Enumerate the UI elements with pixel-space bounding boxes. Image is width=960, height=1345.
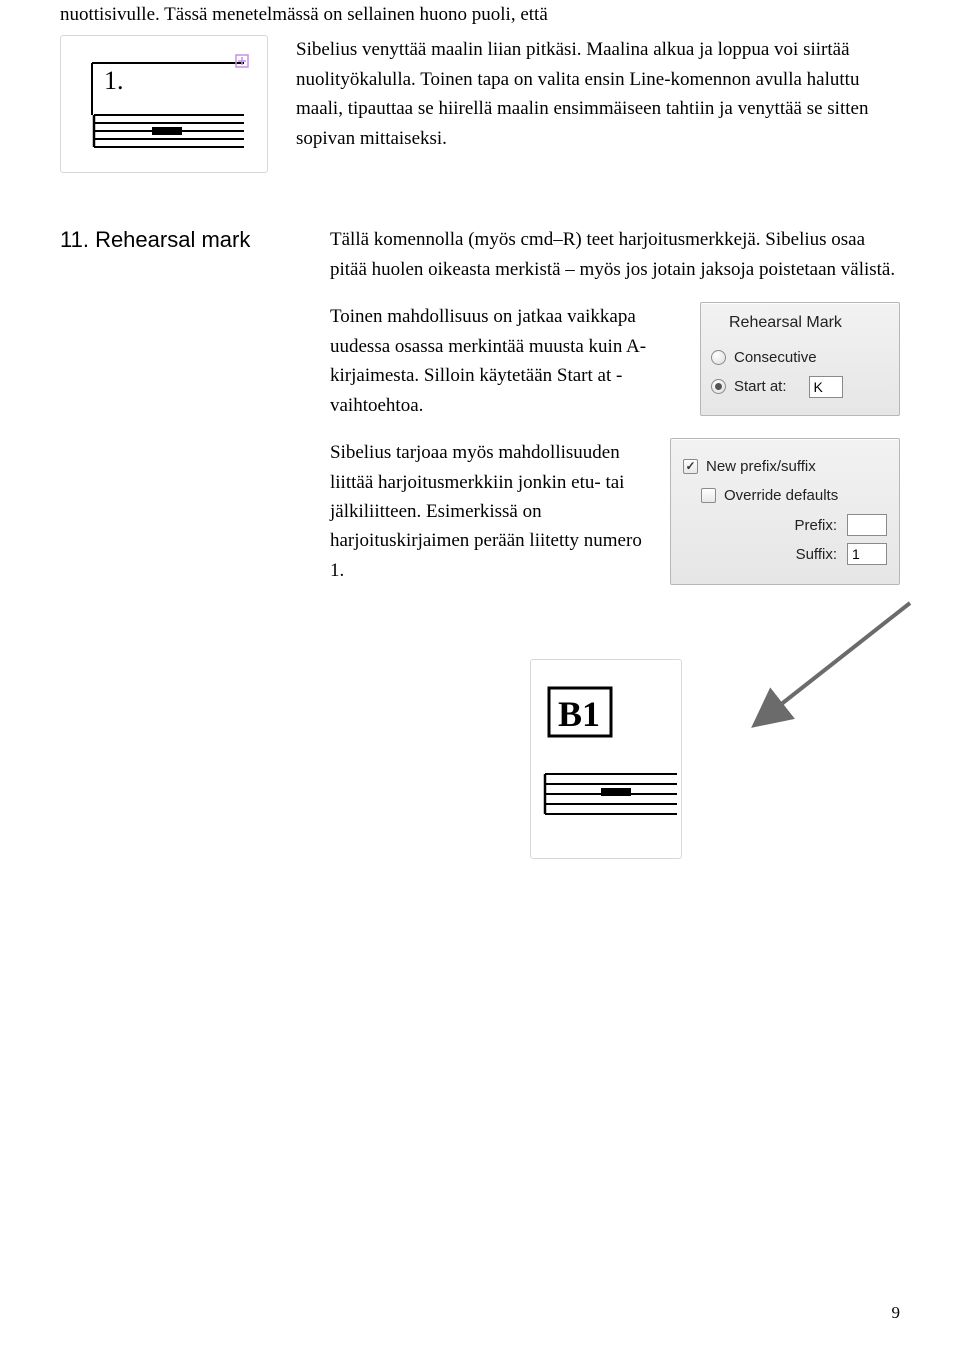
check-override[interactable]: Override defaults [683,484,887,507]
para-2: Toinen mahdollisuus on jatkaa vaikkapa u… [330,302,682,420]
radio-icon [711,350,726,365]
page-number: 9 [892,1303,901,1323]
row-startat: Toinen mahdollisuus on jatkaa vaikkapa u… [330,302,900,420]
dialog-title: Rehearsal Mark [711,311,889,336]
prefix-input[interactable] [847,514,887,536]
check-label: New prefix/suffix [706,455,816,478]
staff-b1: B1 [530,659,682,859]
section-rehearsal: 11. Rehearsal mark Tällä komennolla (myö… [60,225,900,873]
startat-input[interactable] [809,376,843,398]
suffix-input[interactable] [847,543,887,565]
radio-consecutive[interactable]: Consecutive [711,346,889,369]
staff-b1-wrap: B1 [530,659,682,859]
prefix-label: Prefix: [794,514,837,537]
staff-svg: 1. [74,49,254,159]
section-heading: 11. Rehearsal mark [60,225,296,873]
arrow-icon [750,593,930,743]
suffix-row: Suffix: [683,543,887,566]
prefix-suffix-dialog: New prefix/suffix Override defaults Pref… [670,438,900,585]
check-newprefix[interactable]: New prefix/suffix [683,455,887,478]
radio-startat[interactable]: Start at: [711,375,889,398]
radio-label: Consecutive [734,346,817,369]
staff-first-ending: 1. [60,35,268,173]
suffix-label: Suffix: [796,543,837,566]
top-row: 1. Sibelius venyttää maalin liian pitkäs… [60,35,900,173]
rehearsal-mark-dialog: Rehearsal Mark Consecutive Start at: [700,302,900,415]
first-ending-label: 1. [104,66,124,95]
intro-fragment: nuottisivulle. Tässä menetelmässä on sel… [60,0,900,29]
section-body: Tällä komennolla (myös cmd–R) teet harjo… [330,225,900,873]
check-label: Override defaults [724,484,838,507]
row-prefixsuffix: Sibelius tarjoaa myös mahdollisuuden lii… [330,438,900,585]
checkbox-icon-checked [683,459,698,474]
b1-label: B1 [558,694,600,734]
bottom-area: B1 [330,613,900,873]
radio-label: Start at: [734,375,787,398]
prefix-row: Prefix: [683,514,887,537]
para-1: Tällä komennolla (myös cmd–R) teet harjo… [330,225,900,284]
radio-icon-selected [711,379,726,394]
staff-b1-svg: B1 [531,674,681,844]
para-3: Sibelius tarjoaa myös mahdollisuuden lii… [330,438,652,585]
top-paragraph: Sibelius venyttää maalin liian pitkäsi. … [296,35,900,173]
checkbox-icon [701,488,716,503]
